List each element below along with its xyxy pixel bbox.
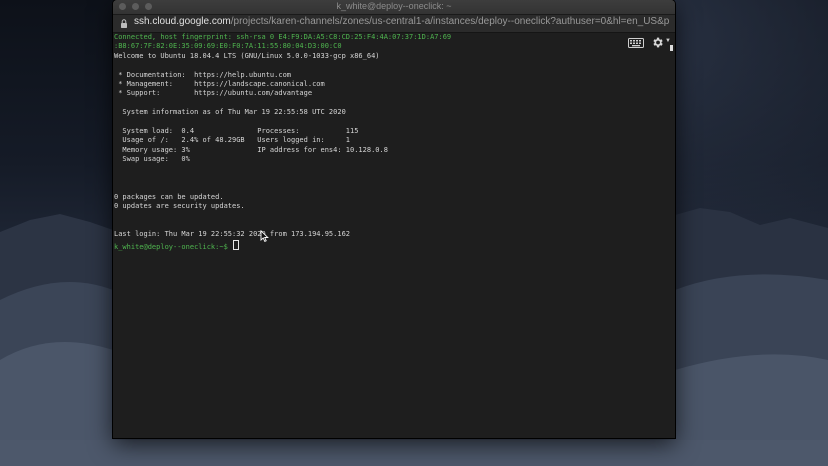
window-title: k_white@deploy--oneclick: ~: [336, 1, 452, 11]
gear-icon[interactable]: [651, 36, 664, 49]
documentation-line: * Documentation: https://help.ubuntu.com: [114, 70, 292, 79]
security-updates-line: 0 updates are security updates.: [114, 202, 245, 211]
support-line: * Support: https://ubuntu.com/advantage: [114, 89, 313, 98]
prompt-line: k_white@deploy--oneclick:~$: [114, 239, 451, 251]
lock-icon: [121, 19, 127, 28]
url-text[interactable]: ssh.cloud.google.com/projects/karen-chan…: [134, 16, 669, 27]
url-path: /projects/karen-channels/zones/us-centra…: [230, 16, 669, 27]
settings-dropdown-caret[interactable]: ▼: [665, 38, 671, 44]
window-titlebar[interactable]: k_white@deploy--oneclick: ~: [113, 0, 675, 15]
management-line: * Management: https://landscape.canonica…: [114, 79, 325, 88]
shell-prompt: k_white@deploy--oneclick:~$: [114, 242, 228, 251]
welcome-line: Welcome to Ubuntu 18.04.4 LTS (GNU/Linux…: [114, 51, 380, 60]
address-bar[interactable]: ssh.cloud.google.com/projects/karen-chan…: [113, 15, 675, 33]
keyboard-icon[interactable]: [628, 38, 644, 48]
stats-line-1: System load: 0.4 Processes: 115: [114, 126, 359, 135]
packages-line: 0 packages can be updated.: [114, 192, 224, 201]
last-login-line: Last login: Thu Mar 19 22:55:32 2020 fro…: [114, 230, 351, 239]
system-info-line: System information as of Thu Mar 19 22:5…: [114, 108, 346, 117]
text-cursor: [233, 239, 240, 250]
scrollbar[interactable]: [670, 45, 673, 51]
mouse-pointer-icon: [260, 230, 269, 242]
connect-line-1: Connected, host fingerprint: ssh-rsa 0 E…: [114, 33, 452, 41]
url-host: ssh.cloud.google.com: [134, 16, 231, 27]
ssh-browser-window: k_white@deploy--oneclick: ~ ssh.cloud.go…: [113, 0, 675, 438]
connect-line-2: :B8:67:7F:82:0E:35:09:69:E0:F0:7A:11:55:…: [114, 42, 342, 51]
stats-line-4: Swap usage: 0%: [114, 155, 190, 164]
terminal-output: Connected, host fingerprint: ssh-rsa 0 E…: [114, 33, 452, 251]
stats-line-3: Memory usage: 3% IP address for ens4: 10…: [114, 145, 388, 154]
stats-line-2: Usage of /: 2.4% of 48.29GB Users logged…: [114, 136, 351, 145]
terminal-area[interactable]: Connected, host fingerprint: ssh-rsa 0 E…: [113, 33, 675, 438]
